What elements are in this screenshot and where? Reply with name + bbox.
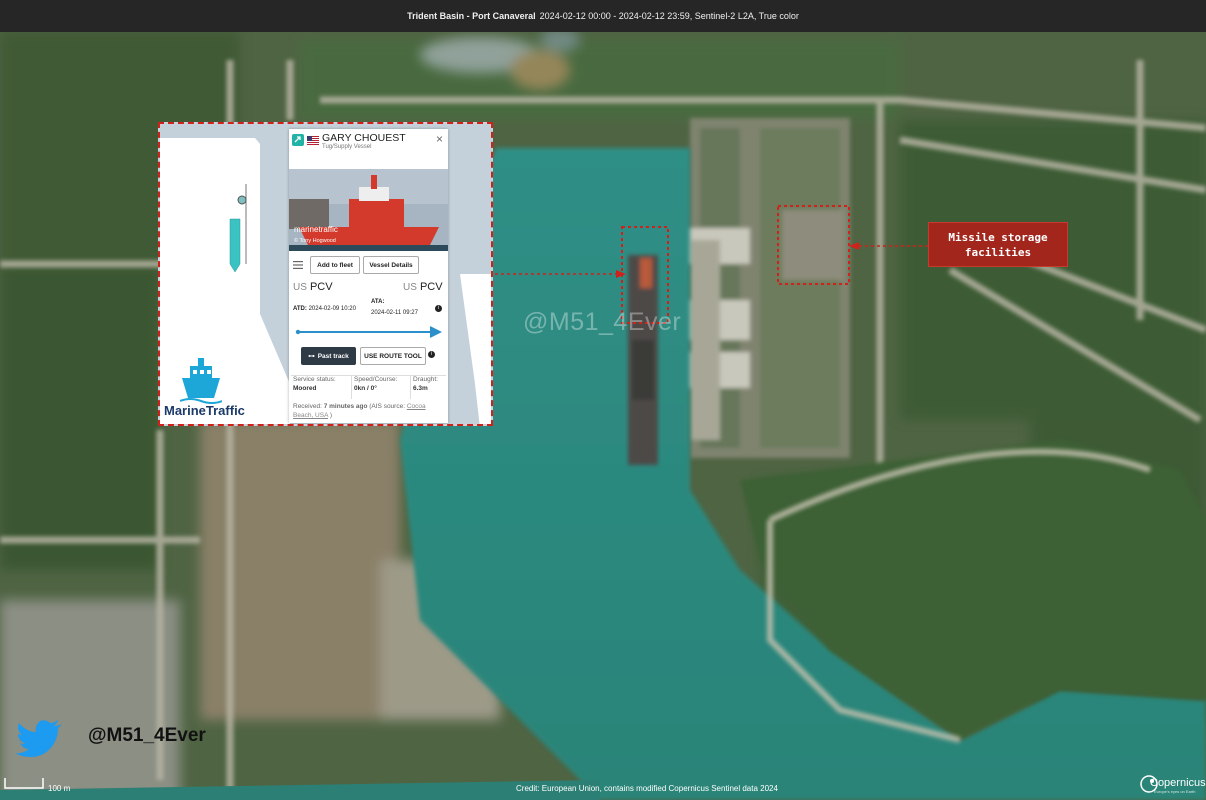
- ata-value: 2024-02-11 09:27: [371, 310, 418, 316]
- speed-course: Speed/Course: 0kn / 0°: [351, 375, 411, 399]
- photo-watermark: marinetraffic: [294, 225, 338, 234]
- image-title-bar: Trident Basin - Port Canaveral 2024-02-1…: [0, 0, 1206, 32]
- received-info: Received: 7 minutes ago (AIS source: Coc…: [293, 402, 445, 420]
- ata-label: ATA:: [371, 299, 385, 305]
- copernicus-logo-icon: Copernicus Europe's eyes on Earth: [1138, 772, 1206, 796]
- vessel-actions: Add to fleet Vessel Details: [289, 256, 448, 274]
- atd: ATD: 2024-02-09 10:20: [293, 306, 356, 312]
- watermark: @M51_4Ever: [523, 308, 682, 336]
- past-track-label: Past track: [317, 352, 349, 360]
- callout-line-1: Missile storage: [948, 230, 1048, 244]
- marinetraffic-inset: MarineTraffic GARY CHOUEST Tug/Supply Ve…: [158, 122, 493, 426]
- image-credit: Credit: European Union, contains modifie…: [516, 784, 778, 793]
- speed-course-value: 0kn / 0°: [354, 385, 377, 392]
- vessel-type: Tug/Supply Vessel: [322, 144, 372, 150]
- scale-label: 100 m: [48, 784, 71, 793]
- received-label: Received:: [293, 403, 322, 410]
- vessel-photo: marinetraffic © Tony Hogwood: [289, 169, 448, 251]
- route-info-icon[interactable]: i: [428, 351, 435, 358]
- menu-icon[interactable]: [293, 261, 303, 269]
- ais-source-label: (AIS source:: [369, 403, 406, 410]
- arrival-port: US PCV: [403, 281, 443, 293]
- location-title: Trident Basin - Port Canaveral: [407, 11, 536, 21]
- atd-value: 2024-02-09 10:20: [308, 306, 356, 312]
- marinetraffic-logo: MarineTraffic: [164, 403, 245, 418]
- satellite-map: Trident Basin - Port Canaveral 2024-02-1…: [0, 0, 1206, 800]
- past-track-icon: ⊶: [308, 353, 315, 360]
- draught-label: Draught:: [413, 376, 438, 383]
- ais-source-close: ): [329, 412, 333, 419]
- departure-country: US: [293, 282, 307, 293]
- past-track-button[interactable]: ⊶ Past track: [301, 347, 356, 365]
- photo-credit: © Tony Hogwood: [294, 238, 336, 244]
- service-status-value: Moored: [293, 385, 317, 392]
- vessel-details-button[interactable]: Vessel Details: [363, 256, 419, 274]
- vessel-card: GARY CHOUEST Tug/Supply Vessel × marinet…: [289, 129, 448, 423]
- info-icon[interactable]: i: [435, 305, 442, 312]
- ata: ATA:: [371, 299, 384, 305]
- draught: Draught: 6.3m: [410, 375, 448, 399]
- vessel-card-header: GARY CHOUEST Tug/Supply Vessel ×: [289, 129, 448, 173]
- link-icon[interactable]: [292, 134, 304, 146]
- voyage-progress: [295, 326, 442, 338]
- twitter-handle: @M51_4Ever: [88, 725, 206, 746]
- callout-line-2: facilities: [964, 245, 1032, 259]
- add-to-fleet-button[interactable]: Add to fleet: [310, 256, 360, 274]
- copernicus-wordmark: Copernicus: [1150, 777, 1206, 789]
- scale-bar: [4, 778, 44, 789]
- departure-port: US PCV: [293, 281, 333, 293]
- copernicus-tagline: Europe's eyes on Earth: [1154, 789, 1196, 794]
- service-status-label: Service status:: [293, 376, 336, 383]
- acquisition-details: 2024-02-12 00:00 - 2024-02-12 23:59, Sen…: [539, 11, 799, 21]
- us-flag-icon: [307, 136, 319, 145]
- speed-course-label: Speed/Course:: [354, 376, 398, 383]
- ship-icon: [180, 358, 222, 404]
- arrival-country: US: [403, 282, 417, 293]
- service-status: Service status: Moored: [293, 375, 348, 399]
- arrival-port-code: PCV: [419, 281, 443, 293]
- departure-port-code: PCV: [309, 281, 333, 293]
- missile-storage-callout: Missile storage facilities: [928, 222, 1068, 267]
- received-value: 7 minutes ago: [323, 403, 368, 410]
- close-icon[interactable]: ×: [436, 132, 443, 146]
- atd-label: ATD:: [293, 306, 307, 312]
- vessel-name: GARY CHOUEST: [322, 132, 406, 144]
- route-tool-button[interactable]: USE ROUTE TOOL: [360, 347, 426, 365]
- draught-value: 6.3m: [413, 385, 428, 392]
